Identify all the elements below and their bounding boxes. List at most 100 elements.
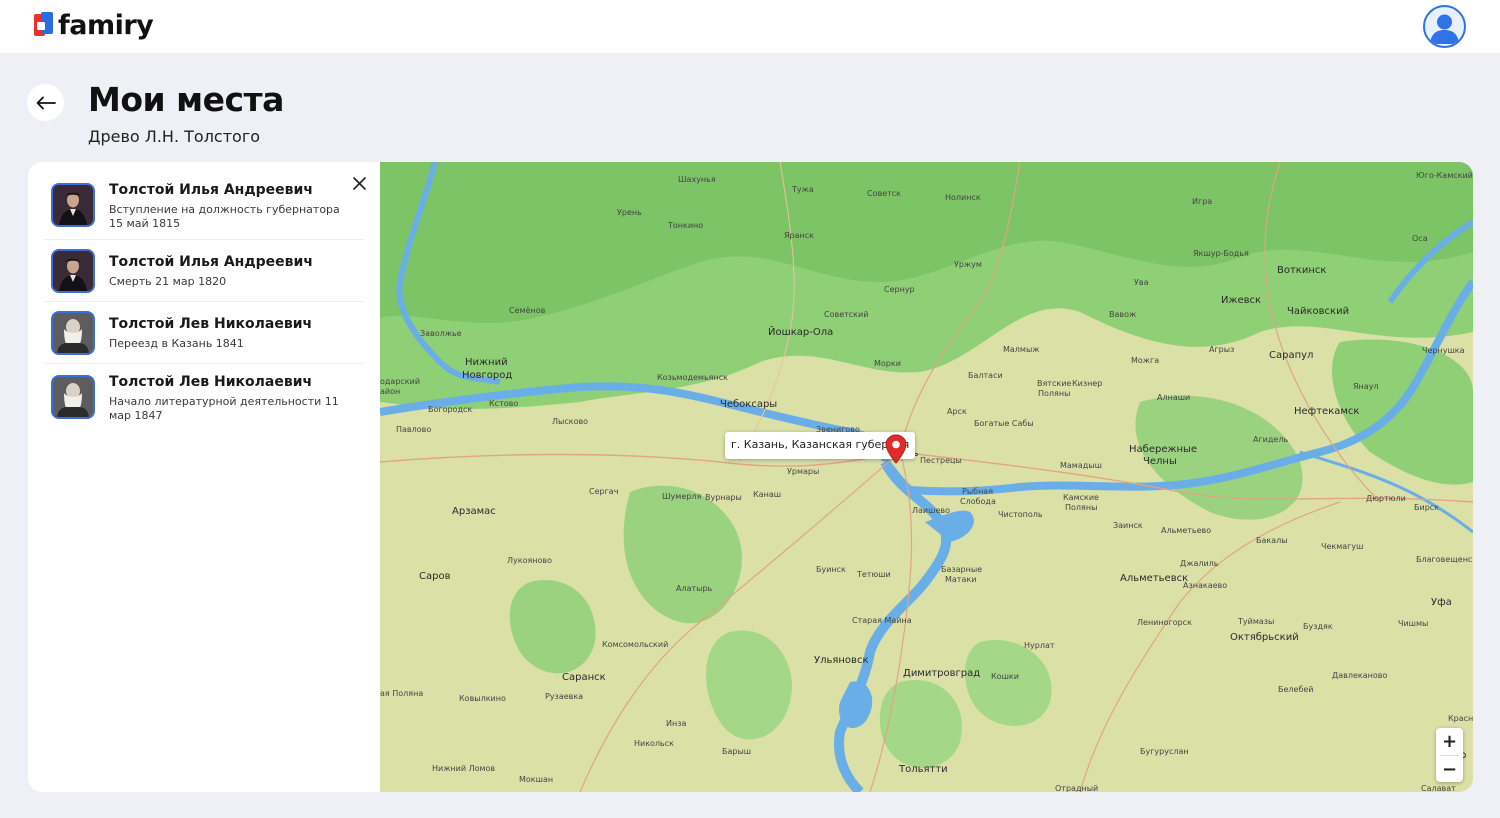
svg-text:Альметьево: Альметьево	[1161, 526, 1211, 535]
event-person-name: Толстой Илья Андреевич	[109, 182, 313, 198]
svg-text:Альметьевск: Альметьевск	[1120, 573, 1188, 584]
svg-text:Димитровград: Димитровград	[903, 668, 980, 679]
map-view[interactable]: Шахунья Тужа Советск Нолинск Игра Юго-Ка…	[380, 162, 1473, 792]
svg-text:Якшур-Бодья: Якшур-Бодья	[1193, 249, 1249, 258]
svg-text:Чишмы: Чишмы	[1398, 619, 1428, 628]
svg-text:Челны: Челны	[1143, 456, 1177, 467]
portrait-lev-icon	[51, 311, 95, 355]
svg-text:Чекмагуш: Чекмагуш	[1321, 542, 1363, 551]
svg-text:Туймазы: Туймазы	[1237, 617, 1274, 626]
svg-text:Вурнары: Вурнары	[705, 493, 742, 502]
event-item[interactable]: Толстой Илья Андреевич Вступление на дол…	[44, 172, 364, 240]
svg-text:Ульяновск: Ульяновск	[814, 655, 868, 666]
svg-text:Нурлат: Нурлат	[1024, 641, 1055, 650]
svg-text:Заинск: Заинск	[1113, 521, 1143, 530]
top-bar: famiry	[0, 0, 1500, 53]
map-marker-icon[interactable]	[885, 434, 907, 464]
svg-text:Белебей: Белебей	[1278, 685, 1314, 694]
svg-text:Нолинск: Нолинск	[945, 193, 981, 202]
svg-text:Комсомольский: Комсомольский	[602, 640, 668, 649]
svg-text:Алнаши: Алнаши	[1157, 393, 1190, 402]
svg-text:Лысково: Лысково	[552, 417, 588, 426]
svg-text:Джалиль: Джалиль	[1180, 559, 1219, 568]
svg-text:Буздяк: Буздяк	[1303, 622, 1333, 631]
svg-text:Канаш: Канаш	[753, 490, 781, 499]
back-button[interactable]	[27, 84, 64, 121]
svg-text:Набережные: Набережные	[1129, 444, 1197, 455]
svg-text:Тольятти: Тольятти	[898, 764, 948, 775]
svg-text:Никольск: Никольск	[634, 739, 674, 748]
svg-text:Кизнер: Кизнер	[1072, 379, 1102, 388]
svg-text:Урень: Урень	[617, 208, 642, 217]
svg-text:Поляны: Поляны	[1065, 503, 1097, 512]
svg-text:Агидель: Агидель	[1253, 435, 1288, 444]
zoom-controls: + −	[1436, 728, 1463, 782]
svg-text:ая Поляна: ая Поляна	[380, 689, 423, 698]
svg-text:Мамадыш: Мамадыш	[1060, 461, 1102, 470]
svg-text:Павлово: Павлово	[396, 425, 431, 434]
portrait-lev-icon	[51, 375, 95, 419]
portrait-ilya-icon	[51, 249, 95, 293]
svg-text:Юго-Камский: Юго-Камский	[1416, 171, 1473, 180]
svg-text:Козьмодемьянск: Козьмодемьянск	[657, 373, 728, 382]
svg-text:Вавож: Вавож	[1109, 310, 1136, 319]
event-person-name: Толстой Илья Андреевич	[109, 254, 313, 270]
svg-text:Шумерля: Шумерля	[662, 492, 701, 501]
svg-text:Азнакаево: Азнакаево	[1183, 581, 1227, 590]
svg-text:Нижний Ломов: Нижний Ломов	[432, 764, 495, 773]
svg-text:Инза: Инза	[666, 719, 686, 728]
svg-text:Нижний: Нижний	[465, 357, 508, 368]
event-description: Смерть 21 мар 1820	[109, 275, 227, 288]
svg-text:Ижевск: Ижевск	[1221, 295, 1261, 306]
event-description: Вступление на должность губернатора 15 м…	[109, 203, 340, 230]
portrait-ilya-icon	[51, 183, 95, 227]
svg-text:Чистополь: Чистополь	[998, 510, 1043, 519]
svg-text:Отрадный: Отрадный	[1055, 784, 1098, 792]
svg-text:Шахунья: Шахунья	[678, 175, 716, 184]
svg-text:Лениногорск: Лениногорск	[1137, 618, 1192, 627]
svg-text:Малмыж: Малмыж	[1003, 345, 1039, 354]
svg-text:одарский: одарский	[380, 377, 420, 386]
svg-text:Кошки: Кошки	[991, 672, 1019, 681]
svg-text:Уржум: Уржум	[954, 260, 982, 269]
svg-text:Лукояново: Лукояново	[507, 556, 552, 565]
svg-text:Красн: Красн	[1448, 714, 1473, 723]
svg-text:Слобода: Слобода	[960, 497, 996, 506]
svg-text:Яранск: Яранск	[784, 231, 814, 240]
svg-text:Сернур: Сернур	[884, 285, 915, 294]
svg-text:Сарапул: Сарапул	[1269, 350, 1313, 361]
svg-text:Мокшан: Мокшан	[519, 775, 553, 784]
svg-text:Новгород: Новгород	[462, 370, 512, 381]
svg-text:Салават: Салават	[1421, 784, 1456, 792]
event-person-name: Толстой Лев Николаевич	[109, 316, 313, 332]
event-item[interactable]: Толстой Лев Николаевич Переезд в Казань …	[44, 302, 364, 364]
svg-text:Арзамас: Арзамас	[452, 506, 496, 517]
svg-text:Тужа: Тужа	[791, 185, 814, 194]
map-canvas[interactable]: Шахунья Тужа Советск Нолинск Игра Юго-Ка…	[380, 162, 1473, 792]
event-item[interactable]: Толстой Илья Андреевич Смерть 21 мар 182…	[44, 240, 364, 302]
svg-text:Урмары: Урмары	[787, 467, 819, 476]
svg-text:Йошкар-Ола: Йошкар-Ола	[768, 325, 833, 338]
svg-text:Бирск: Бирск	[1414, 503, 1439, 512]
user-avatar[interactable]	[1423, 5, 1466, 48]
svg-text:Рузаевка: Рузаевка	[545, 692, 583, 701]
zoom-in-button[interactable]: +	[1436, 728, 1463, 755]
svg-text:Тонкино: Тонкино	[667, 221, 703, 230]
famiry-logo[interactable]: famiry	[34, 8, 154, 42]
svg-text:Благовещенск: Благовещенск	[1416, 555, 1473, 564]
svg-text:Чернушка: Чернушка	[1422, 346, 1465, 355]
svg-text:Матаки: Матаки	[945, 575, 976, 584]
svg-text:Семёнов: Семёнов	[509, 306, 546, 315]
svg-text:Базарные: Базарные	[941, 565, 982, 574]
svg-text:Можга: Можга	[1131, 356, 1159, 365]
svg-text:Чайковский: Чайковский	[1287, 306, 1349, 317]
svg-text:Старая Майна: Старая Майна	[852, 616, 912, 625]
svg-text:Алатырь: Алатырь	[676, 584, 713, 593]
event-item[interactable]: Толстой Лев Николаевич Начало литературн…	[44, 364, 364, 432]
svg-text:Морки: Морки	[874, 359, 901, 368]
event-description: Начало литературной деятельности 11 мар …	[109, 395, 339, 422]
logo-text: famiry	[58, 9, 154, 41]
svg-text:Бакалы: Бакалы	[1256, 536, 1288, 545]
zoom-out-button[interactable]: −	[1436, 756, 1463, 783]
svg-text:Поляны: Поляны	[1038, 389, 1070, 398]
